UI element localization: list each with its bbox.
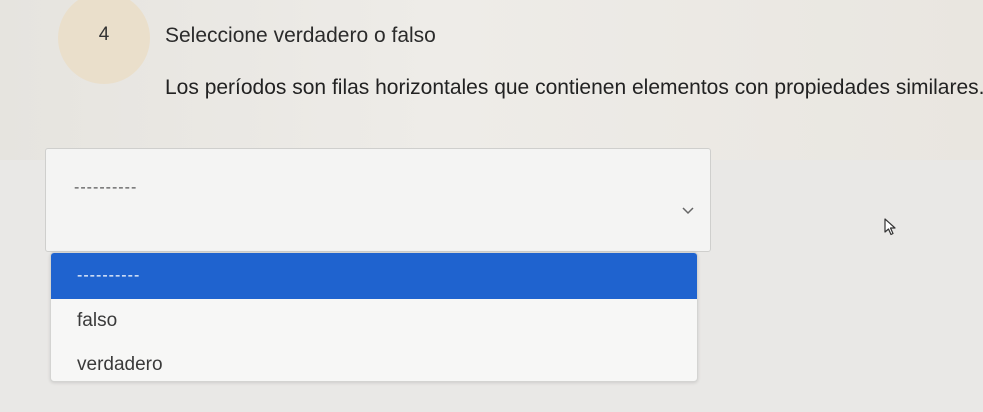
question-number: 4 [98,24,110,45]
question-number-badge: 4 [58,0,150,84]
question-type-label: Seleccione verdadero o falso [165,24,436,47]
option-label: verdadero [77,354,163,375]
dropdown-option-verdadero[interactable]: verdadero [51,343,697,381]
mouse-cursor-icon [884,218,896,236]
dropdown-option-falso[interactable]: falso [51,299,697,343]
dropdown-option-placeholder[interactable]: ---------- [51,253,697,299]
chevron-down-icon [682,207,694,215]
option-label: ---------- [77,267,141,284]
dropdown-list: ---------- falso verdadero [50,252,698,382]
select-current-value: ---------- [74,179,138,196]
question-text: Los períodos son filas horizontales que … [165,76,983,99]
option-label: falso [77,310,118,331]
question-header: 4 Seleccione verdadero o falso Los perío… [0,0,983,160]
answer-select[interactable]: ---------- [45,148,711,252]
